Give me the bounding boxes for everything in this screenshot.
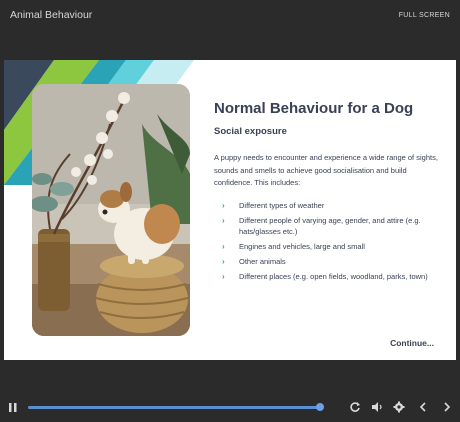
pause-icon[interactable] (6, 400, 20, 414)
bullet-item: › Different people of varying age, gender… (222, 216, 448, 238)
chevron-right-icon: › (222, 241, 225, 251)
chevron-right-icon[interactable] (440, 400, 454, 414)
slide-subheading: Social exposure (214, 126, 287, 137)
chevron-right-icon: › (222, 256, 225, 266)
replay-icon[interactable] (348, 400, 362, 414)
chevron-left-icon[interactable] (416, 400, 430, 414)
bullet-text: Other animals (239, 256, 286, 266)
bullet-text: Different types of weather (239, 201, 325, 210)
chevron-right-icon: › (222, 201, 225, 210)
bullet-item: › Other animals (222, 257, 448, 268)
slide-heading: Normal Behaviour for a Dog (214, 100, 414, 117)
title-bar: Animal Behaviour FULL SCREEN (0, 0, 460, 30)
puppy-photo (32, 84, 190, 336)
bullet-item: › Different places (e.g. open fields, woo… (222, 272, 448, 283)
progress-handle[interactable] (316, 403, 325, 411)
bullet-list: › Different types of weather › Different p… (222, 201, 448, 287)
progress-bar[interactable] (28, 403, 325, 411)
slide: Normal Behaviour for a Dog Social exposu… (4, 60, 456, 360)
volume-icon[interactable] (370, 400, 384, 414)
progress-fill (28, 406, 321, 409)
player-controls (0, 392, 460, 422)
chevron-right-icon: › (222, 215, 225, 225)
fullscreen-button[interactable]: FULL SCREEN (399, 12, 450, 19)
chevron-right-icon: › (222, 271, 225, 281)
bullet-text: Different people of varying age, gender,… (239, 215, 421, 236)
continue-link[interactable]: Continue... (390, 338, 434, 348)
bullet-item: › Different types of weather (222, 201, 448, 212)
gear-icon[interactable] (392, 400, 406, 414)
slide-body-text: A puppy needs to encounter and experienc… (214, 153, 438, 188)
bullet-text: Engines and vehicles, large and small (239, 241, 365, 251)
bullet-text: Different places (e.g. open fields, wood… (239, 271, 428, 281)
bullet-item: › Engines and vehicles, large and small (222, 242, 448, 253)
app-title: Animal Behaviour (10, 9, 93, 21)
